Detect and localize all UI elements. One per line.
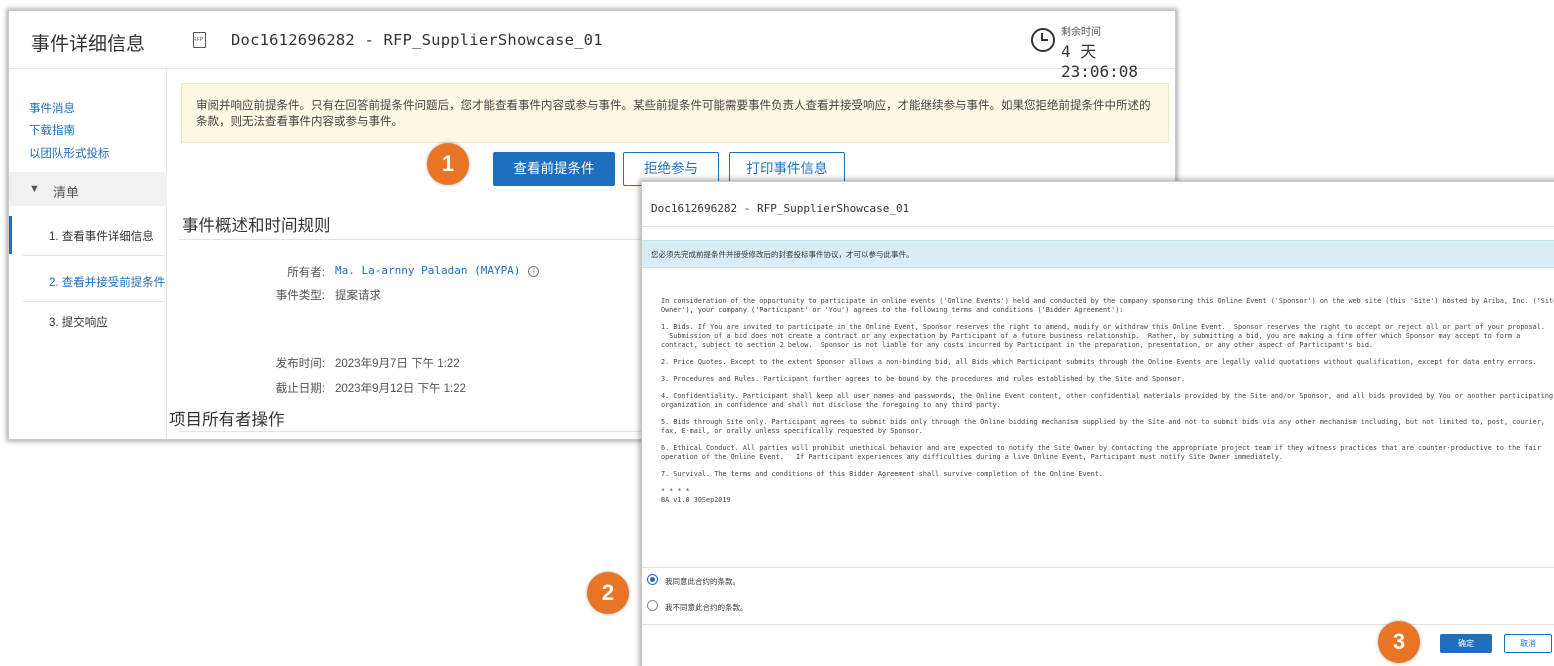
divider [642, 567, 1554, 568]
rfp-document-icon [193, 32, 206, 48]
decline-terms-label[interactable]: 我不同意此合约的条款。 [665, 602, 748, 613]
owner-link[interactable]: Ma. La-arnny Paladan (MAYPA) [335, 264, 520, 277]
ok-button[interactable]: 确定 [1440, 634, 1492, 653]
divider [23, 255, 165, 256]
checklist-header[interactable]: ▼ 清单 [9, 172, 167, 206]
step-label: 2. 查看并接受前提条件 [49, 277, 166, 289]
owner-label: 所有者: [287, 267, 325, 279]
publish-time-value: 2023年9月7日 下午 1:22 [335, 358, 460, 370]
publish-time-label: 发布时间: [275, 358, 325, 370]
section-title-overview: 事件概述和时间规则 [182, 217, 331, 235]
due-date-value: 2023年9月12日 下午 1:22 [335, 383, 467, 395]
event-type-value: 提案请求 [335, 290, 381, 302]
divider [642, 226, 1554, 227]
terms-paragraph: 1. Bids. If You are invited to participa… [661, 323, 1545, 349]
time-remaining-value: 4 天 23:06:08 [1061, 42, 1139, 81]
accept-terms-radio[interactable] [647, 574, 658, 585]
step-badge-3: 3 [1378, 621, 1420, 663]
terms-paragraph: 6. Ethical Conduct. All parties will pro… [661, 444, 1545, 461]
time-remaining-label: 剩余时间 [1061, 27, 1101, 38]
sidebar: 事件消息 下载指南 以团队形式投标 ▼ 清单 1. 查看事件详细信息 2. 查看… [9, 69, 167, 439]
checklist-step-accept-prerequisites[interactable]: 2. 查看并接受前提条件 [9, 262, 167, 300]
terms-paragraph: 3. Procedures and Rules. Participant fur… [661, 375, 1185, 383]
bidder-agreement-dialog: Doc1612696282 - RFP_SupplierShowcase_01 … [641, 181, 1554, 666]
terms-paragraph: 4. Confidentiality. Participant shall ke… [661, 392, 1554, 409]
info-icon[interactable]: i [528, 266, 540, 277]
step-badge-2: 2 [587, 572, 629, 614]
terms-paragraph: 7. Survival. The terms and conditions of… [661, 470, 1103, 478]
sidebar-link-event-messages[interactable]: 事件消息 [29, 100, 75, 116]
terms-paragraph: 5. Bids through Site only. Participant a… [661, 418, 1549, 435]
document-title: Doc1612696282 - RFP_SupplierShowcase_01 [231, 31, 603, 49]
checklist-step-view-details[interactable]: 1. 查看事件详细信息 [9, 216, 167, 254]
view-prerequisites-button[interactable]: 查看前提条件 [493, 152, 615, 186]
divider [642, 624, 1554, 625]
sidebar-link-team-bid[interactable]: 以团队形式投标 [29, 145, 110, 161]
dialog-title: Doc1612696282 - RFP_SupplierShowcase_01 [651, 202, 910, 215]
step-label: 1. 查看事件详细信息 [49, 231, 154, 243]
accept-terms-label[interactable]: 我同意此合约的条款。 [665, 576, 740, 587]
event-header: 事件详细信息 Doc1612696282 - RFP_SupplierShowc… [9, 11, 1175, 81]
checklist-step-submit-response[interactable]: 3. 提交响应 [9, 302, 167, 340]
prerequisite-notice: 审阅并响应前提条件。只有在回答前提条件问题后，您才能查看事件内容或参与事件。某些… [181, 83, 1169, 143]
clock-icon [1031, 28, 1055, 52]
decline-terms-radio[interactable] [647, 600, 658, 611]
terms-paragraph: 2. Price Quotes. Except to the extent Sp… [661, 358, 1537, 366]
step-badge-1: 1 [427, 143, 469, 185]
terms-version: * * * * BA v1.0 30Sep2019 [661, 487, 731, 504]
page-title: 事件详细信息 [31, 33, 146, 55]
owner-field: Ma. La-arnny Paladan (MAYPA) i [335, 264, 540, 277]
agreement-info-banner: 您必须先完成前提条件并接受修改后的封套投标事件协议，才可以参与此事件。 [642, 240, 1554, 268]
step-label: 3. 提交响应 [49, 317, 108, 329]
cancel-button[interactable]: 取消 [1504, 634, 1552, 653]
agreement-terms: In consideration of the opportunity to p… [661, 297, 1554, 513]
section-title-owner-actions: 项目所有者操作 [169, 411, 285, 429]
terms-paragraph: In consideration of the opportunity to p… [661, 297, 1554, 314]
event-type-label: 事件类型: [275, 290, 325, 302]
caret-down-icon: ▼ [29, 183, 40, 195]
sidebar-link-download-guide[interactable]: 下载指南 [29, 122, 75, 138]
checklist-label: 清单 [53, 185, 80, 200]
due-date-label: 截止日期: [275, 383, 325, 395]
